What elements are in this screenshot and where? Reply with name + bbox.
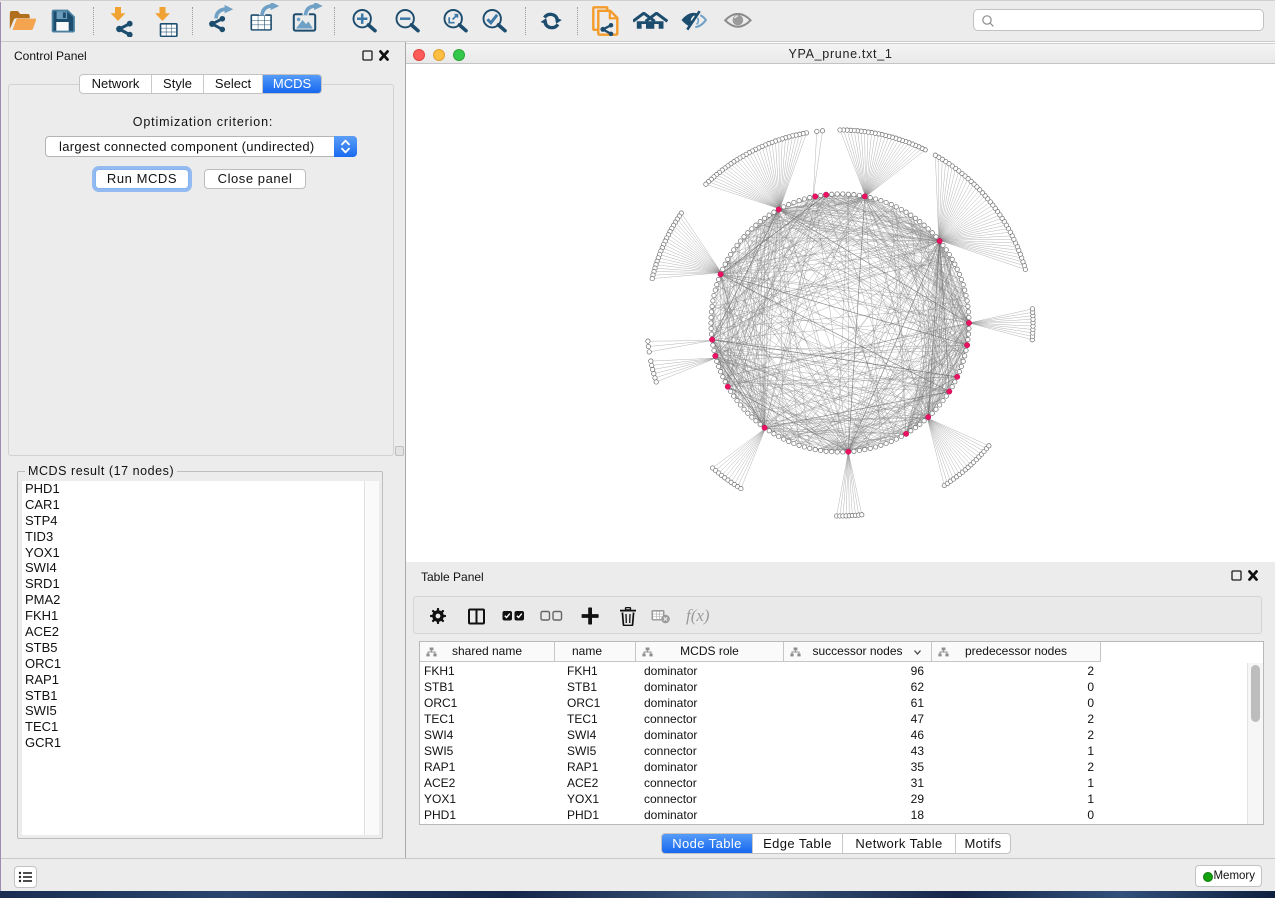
- svg-text:f(x): f(x): [686, 606, 710, 625]
